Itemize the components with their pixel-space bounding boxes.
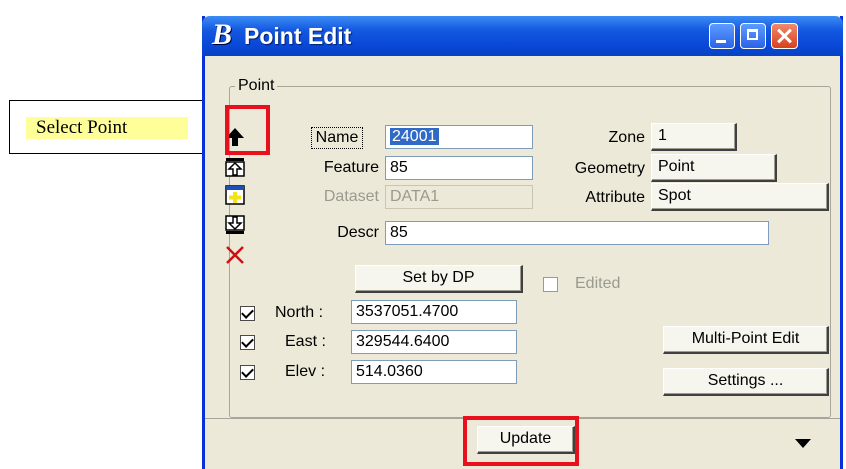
name-label: Name: [311, 127, 363, 149]
app-logo-icon: B: [212, 18, 233, 51]
zone-button[interactable]: 1: [651, 123, 737, 151]
attribute-label: Attribute: [585, 189, 645, 206]
attribute-button[interactable]: Spot: [651, 183, 829, 211]
maximize-button[interactable]: [740, 23, 766, 49]
dataset-label: Dataset: [323, 188, 379, 205]
north-checkbox[interactable]: [240, 306, 255, 321]
elev-input[interactable]: 514.0360: [351, 360, 517, 384]
close-button[interactable]: [771, 23, 798, 49]
name-input[interactable]: 24001: [385, 125, 533, 149]
geometry-button[interactable]: Point: [651, 154, 777, 182]
feature-label: Feature: [323, 159, 379, 176]
descr-input[interactable]: 85: [385, 221, 769, 245]
callout-box: Select Point: [9, 100, 209, 154]
set-by-dp-button[interactable]: Set by DP: [355, 265, 523, 293]
select-point-highlight: [225, 105, 270, 155]
point-edit-window: B Point Edit Point Name 24001 Feature 85…: [202, 16, 843, 469]
edited-label: Edited: [575, 275, 621, 292]
edited-checkbox: [543, 277, 558, 292]
feature-input[interactable]: 85: [385, 156, 533, 180]
delete-x-icon[interactable]: [224, 244, 246, 266]
north-input[interactable]: 3537051.4700: [351, 300, 517, 324]
callout-label: Select Point: [26, 117, 188, 139]
last-point-icon[interactable]: [224, 214, 246, 236]
title-bar[interactable]: B Point Edit: [202, 16, 843, 56]
expand-arrow-icon[interactable]: [795, 439, 811, 448]
geometry-label: Geometry: [574, 160, 645, 177]
elev-checkbox[interactable]: [240, 365, 255, 380]
multi-point-edit-button[interactable]: Multi-Point Edit: [663, 326, 829, 354]
add-point-icon[interactable]: [224, 184, 246, 206]
zone-label: Zone: [608, 129, 645, 146]
window-title: Point Edit: [244, 23, 352, 49]
update-highlight: [463, 416, 579, 466]
settings-button[interactable]: Settings ...: [663, 368, 829, 396]
elev-label: Elev :: [285, 363, 326, 380]
point-group-title: Point: [235, 77, 278, 95]
first-point-icon[interactable]: [224, 156, 246, 178]
north-label: North :: [275, 304, 324, 321]
east-input[interactable]: 329544.6400: [351, 330, 517, 354]
east-checkbox[interactable]: [240, 335, 255, 350]
descr-label: Descr: [337, 224, 379, 241]
minimize-button[interactable]: [709, 23, 735, 49]
east-label: East :: [285, 333, 326, 350]
name-value: 24001: [390, 128, 439, 145]
dataset-input: DATA1: [385, 185, 533, 209]
